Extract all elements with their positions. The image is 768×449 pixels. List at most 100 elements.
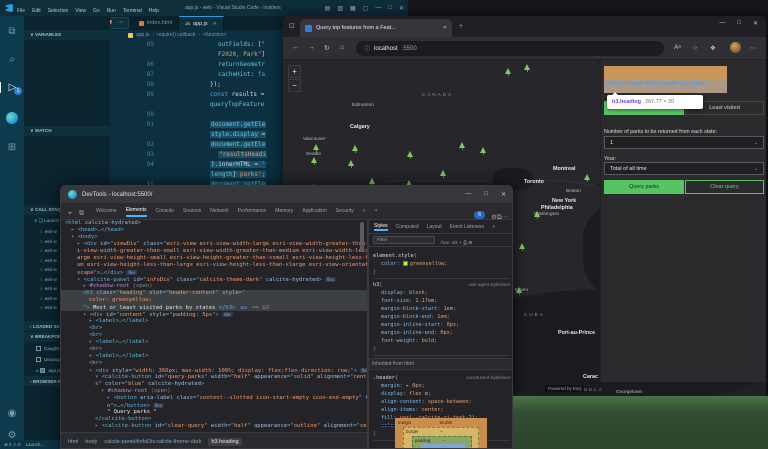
dom-node-row[interactable]: ▾ <div id="content" style="padding: 5px"… bbox=[61, 311, 367, 318]
device-toolbar-icon[interactable]: ⧉ bbox=[79, 210, 84, 217]
park-tree-marker[interactable] bbox=[348, 160, 355, 168]
window-control-icon[interactable]: — bbox=[465, 191, 471, 198]
window-control-icon[interactable]: ▤ bbox=[325, 5, 331, 12]
devtools-tab-performance[interactable]: Performance bbox=[238, 206, 267, 216]
clear-query-button[interactable]: Clear query bbox=[685, 180, 764, 194]
tab-close-icon[interactable]: ✕ bbox=[443, 25, 447, 31]
tabs-overflow-icon[interactable]: » bbox=[492, 224, 495, 230]
menu-go[interactable]: Go bbox=[93, 8, 100, 14]
profile-avatar[interactable] bbox=[730, 42, 741, 53]
park-tree-marker[interactable] bbox=[440, 170, 447, 178]
home-icon[interactable]: ⌂ bbox=[340, 44, 344, 51]
window-control-icon[interactable]: ✕ bbox=[753, 20, 758, 27]
dom-node-row[interactable]: ▾ <div style="width: 360px; max-width: 1… bbox=[61, 367, 367, 374]
tabs-overflow-icon[interactable]: » bbox=[363, 206, 366, 216]
park-tree-marker[interactable] bbox=[313, 144, 320, 152]
launch-status[interactable]: Launch... bbox=[26, 442, 45, 447]
dom-node-row[interactable]: n">…</button> flex bbox=[61, 402, 367, 409]
site-info-icon[interactable]: ⓘ bbox=[364, 44, 370, 53]
more-icon[interactable]: ⋯ bbox=[750, 44, 757, 52]
extensions-icon[interactable]: ⊞ bbox=[0, 142, 24, 153]
css-rule[interactable]: element.style {color: greenyellow;} bbox=[373, 250, 510, 279]
menu-terminal[interactable]: Terminal bbox=[123, 8, 142, 14]
dom-node-row[interactable]: ▾ <calcite-panel id="infoDiv" class="cal… bbox=[61, 276, 367, 283]
styles-tab-layout[interactable]: Layout bbox=[427, 224, 442, 230]
sidebar-row[interactable]: ∨ WATCH bbox=[24, 126, 110, 136]
dom-node-row[interactable]: "> Most or least visited parks by states… bbox=[61, 304, 367, 311]
color-swatch[interactable] bbox=[402, 261, 408, 266]
park-tree-marker[interactable] bbox=[480, 147, 487, 155]
editor-tab-app.js[interactable]: JS app.js ✕ bbox=[179, 16, 224, 30]
park-tree-marker[interactable] bbox=[407, 151, 414, 159]
dom-node-row[interactable]: i-view-width-greater-than-small esri-vie… bbox=[61, 248, 367, 255]
dom-node-row[interactable]: ▸ <calcite-button id="clear-query" width… bbox=[61, 423, 367, 430]
menu-file[interactable]: File bbox=[17, 8, 25, 14]
window-control-icon[interactable]: — bbox=[375, 5, 381, 11]
style-toggle-icon[interactable]: :hov bbox=[440, 241, 450, 246]
editor-tab-index.html[interactable]: index.html bbox=[133, 16, 180, 30]
dom-node-row[interactable]: <br> bbox=[61, 346, 367, 353]
tab-actions-icon[interactable]: ⊡ bbox=[289, 22, 295, 30]
dom-node-row[interactable]: um esri-view-height-less-than-large esri… bbox=[61, 262, 367, 269]
dom-node-row[interactable]: ▸ <label>…</label> bbox=[61, 353, 367, 360]
add-tab-icon[interactable]: + bbox=[375, 206, 378, 216]
read-aloud-icon[interactable]: Aᵃ bbox=[674, 44, 681, 51]
park-tree-marker[interactable] bbox=[311, 157, 318, 165]
menu-view[interactable]: View bbox=[75, 8, 86, 14]
zoom-out-button[interactable]: − bbox=[288, 79, 301, 92]
park-tree-marker[interactable] bbox=[524, 64, 531, 72]
dom-node-row[interactable]: ▸ <label>…</label> bbox=[61, 318, 367, 325]
breadcrumb-item[interactable]: html bbox=[68, 439, 78, 445]
elements-scrollbar[interactable] bbox=[360, 222, 364, 252]
account-icon[interactable]: ◉ bbox=[0, 408, 24, 419]
menu-run[interactable]: Run bbox=[107, 8, 116, 14]
window-control-icon[interactable]: □ bbox=[484, 191, 488, 198]
devtools-tab-memory[interactable]: Memory bbox=[275, 206, 293, 216]
menu-edit[interactable]: Edit bbox=[32, 8, 41, 14]
dom-node-row[interactable]: <h3 class="heading" slot="header-content… bbox=[61, 290, 367, 297]
window-control-icon[interactable]: ✕ bbox=[399, 5, 404, 12]
elements-tree[interactable]: <html calcite-hydrated> ▸ <head>…</head> ▾… bbox=[61, 220, 367, 432]
park-tree-marker[interactable] bbox=[459, 142, 466, 150]
menu-selection[interactable]: Selection bbox=[48, 8, 69, 14]
address-bar[interactable]: ⓘ localhost :5500 bbox=[356, 41, 664, 56]
breadcrumb-item[interactable]: body bbox=[85, 439, 97, 445]
dom-node-row[interactable]: ▾ #shadow-root (open) bbox=[61, 388, 367, 395]
problems-status[interactable]: ⊗ 0 ⚠ 0 bbox=[4, 442, 21, 448]
park-tree-marker[interactable] bbox=[516, 287, 523, 295]
devtools-tab-sources[interactable]: Sources bbox=[183, 206, 201, 216]
checkbox[interactable] bbox=[36, 345, 41, 351]
zoom-in-button[interactable]: + bbox=[288, 65, 301, 78]
dom-node-row[interactable]: color: greenyellow; bbox=[61, 297, 367, 304]
dom-node-row[interactable]: ▾ <body> bbox=[61, 234, 367, 241]
window-control-icon[interactable]: □ bbox=[737, 20, 741, 27]
issues-badge[interactable]: 6 bbox=[474, 211, 486, 219]
devtools-tab-console[interactable]: Console bbox=[156, 206, 174, 216]
styles-filter-input[interactable]: Filter bbox=[373, 236, 435, 244]
dom-node-row[interactable]: s" color="blue" calcite-hydrated> bbox=[61, 381, 367, 388]
park-tree-marker[interactable] bbox=[534, 211, 541, 219]
devtools-tab-welcome[interactable]: Welcome bbox=[96, 206, 117, 216]
styles-tab-event-listeners[interactable]: Event Listeners bbox=[450, 224, 484, 230]
dom-node-row[interactable]: <br> bbox=[61, 360, 367, 367]
query-parks-button[interactable]: Query parks bbox=[604, 180, 684, 194]
checkbox[interactable] bbox=[40, 367, 46, 373]
dom-node-row[interactable]: scape">…</div> flex bbox=[61, 269, 367, 276]
year-select[interactable]: Total of all time ⌄ bbox=[604, 162, 764, 175]
menu-help[interactable]: Help bbox=[149, 8, 159, 14]
checkbox[interactable] bbox=[36, 356, 41, 362]
dom-node-row[interactable]: ▸ <div id="viewDiv" class="esri-view esr… bbox=[61, 241, 367, 248]
dom-node-row[interactable]: ▾ <calcite-button id="query-parks" width… bbox=[61, 374, 367, 381]
dom-node-row[interactable]: </calcite-button> bbox=[61, 416, 367, 423]
window-control-icon[interactable]: ✕ bbox=[501, 191, 506, 198]
park-tree-marker[interactable] bbox=[584, 174, 591, 182]
styles-tab-styles[interactable]: Styles bbox=[374, 223, 388, 231]
breadcrumb-item[interactable]: calcite-panel#infoDiv.calcite-theme-dark bbox=[104, 439, 201, 445]
park-tree-marker[interactable] bbox=[352, 145, 359, 153]
refresh-icon[interactable]: ↻ bbox=[324, 44, 330, 52]
park-tree-marker[interactable] bbox=[505, 68, 512, 76]
collections-icon[interactable]: ❖ bbox=[710, 44, 716, 52]
window-control-icon[interactable]: □ bbox=[388, 5, 392, 11]
devtools-tab-elements[interactable]: Elements bbox=[125, 205, 147, 217]
back-icon[interactable]: ← bbox=[292, 44, 299, 51]
